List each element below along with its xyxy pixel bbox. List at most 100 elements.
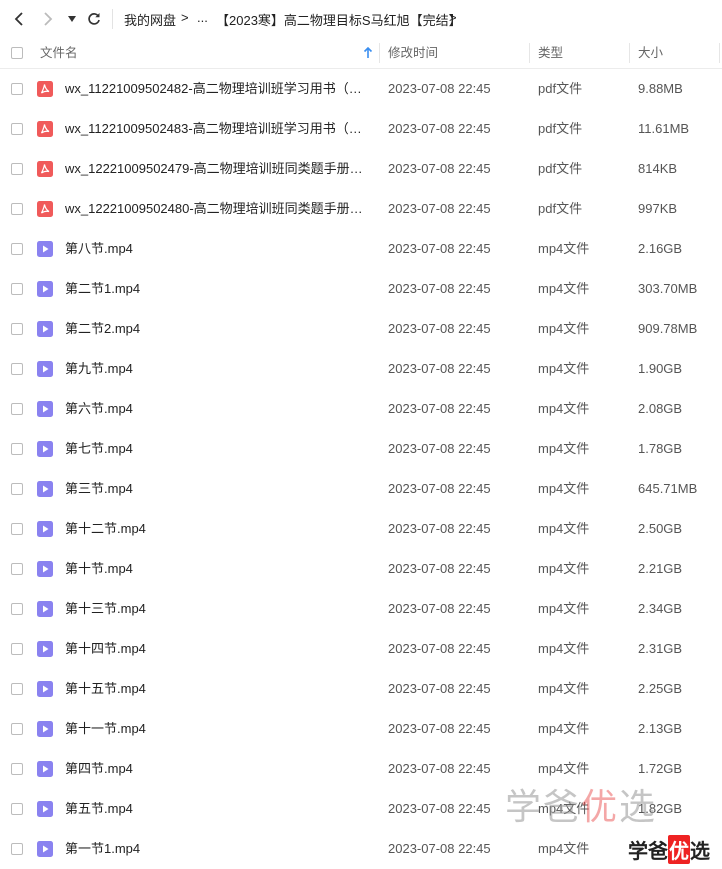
file-row[interactable]: wx_11221009502483-高二物理培训班学习用书（上册... 2023-… [0,109,722,149]
column-header-modified[interactable]: 修改时间 [388,38,438,68]
file-row[interactable]: 第十二节.mp4 2023-07-08 22:45 mp4文件 2.50GB [0,509,722,549]
row-checkbox[interactable] [11,163,23,175]
row-checkbox[interactable] [11,843,23,855]
row-checkbox[interactable] [11,803,23,815]
watermark-text-highlight: 优 [668,835,690,864]
file-row[interactable]: 第七节.mp4 2023-07-08 22:45 mp4文件 1.78GB [0,429,722,469]
row-checkbox[interactable] [11,283,23,295]
file-name[interactable]: 第三节.mp4 [65,469,370,509]
file-row[interactable]: wx_11221009502482-高二物理培训班学习用书（下册... 2023-… [0,69,722,109]
file-row[interactable]: 第十一节.mp4 2023-07-08 22:45 mp4文件 2.13GB [0,709,722,749]
row-checkbox[interactable] [11,563,23,575]
file-row[interactable]: 第十三节.mp4 2023-07-08 22:45 mp4文件 2.34GB [0,589,722,629]
file-name[interactable]: wx_11221009502483-高二物理培训班学习用书（上册... [65,109,370,149]
row-checkbox[interactable] [11,403,23,415]
column-header-name[interactable]: 文件名 [40,38,78,68]
row-checkbox[interactable] [11,483,23,495]
file-row[interactable]: 第十节.mp4 2023-07-08 22:45 mp4文件 2.21GB [0,549,722,589]
file-name[interactable]: 第五节.mp4 [65,789,370,829]
forward-button[interactable] [38,9,58,29]
row-checkbox[interactable] [11,603,23,615]
file-name[interactable]: 第十三节.mp4 [65,589,370,629]
column-divider[interactable] [629,43,630,63]
row-checkbox[interactable] [11,203,23,215]
column-header-size[interactable]: 大小 [638,38,663,68]
file-row[interactable]: 第六节.mp4 2023-07-08 22:45 mp4文件 2.08GB [0,389,722,429]
row-checkbox[interactable] [11,763,23,775]
file-name[interactable]: 第六节.mp4 [65,389,370,429]
file-row[interactable]: 第二节2.mp4 2023-07-08 22:45 mp4文件 909.78MB [0,309,722,349]
file-size: 2.21GB [638,561,683,576]
file-size: 2.50GB [638,521,683,536]
watermark-text: 学爸 [505,787,582,828]
file-name[interactable]: 第四节.mp4 [65,749,370,789]
file-name[interactable]: 第一节1.mp4 [65,829,370,869]
file-name[interactable]: 第二节1.mp4 [65,269,370,309]
file-size: 11.61MB [638,121,690,136]
file-name[interactable]: 第十四节.mp4 [65,629,370,669]
row-checkbox[interactable] [11,683,23,695]
file-name[interactable]: wx_12221009502480-高二物理培训班同类题手册（上... [65,189,370,229]
breadcrumb-ellipsis[interactable]: ... [197,10,208,25]
row-checkbox[interactable] [11,443,23,455]
row-checkbox[interactable] [11,723,23,735]
breadcrumb-current-folder[interactable]: 【2023寒】高二物理目标S马红旭【完结】 [216,10,462,29]
file-modified-time: 2023-07-08 22:45 [388,401,491,416]
video-icon [37,601,53,617]
file-modified-time: 2023-07-08 22:45 [388,201,491,216]
file-name[interactable]: wx_12221009502479-高二物理培训班同类题手册（下... [65,149,370,189]
file-row[interactable]: 第九节.mp4 2023-07-08 22:45 mp4文件 1.90GB [0,349,722,389]
column-divider[interactable] [719,43,720,63]
video-icon [37,721,53,737]
row-checkbox[interactable] [11,363,23,375]
file-row[interactable]: 第三节.mp4 2023-07-08 22:45 mp4文件 645.71MB [0,469,722,509]
pdf-icon [37,201,53,217]
file-row[interactable]: 第十四节.mp4 2023-07-08 22:45 mp4文件 2.31GB [0,629,722,669]
video-icon [37,801,53,817]
column-divider[interactable] [379,43,380,63]
file-type: mp4文件 [538,721,590,736]
file-modified-time: 2023-07-08 22:45 [388,801,491,816]
file-row[interactable]: 第八节.mp4 2023-07-08 22:45 mp4文件 2.16GB [0,229,722,269]
nav-divider [112,9,113,29]
select-all-checkbox[interactable] [11,47,23,59]
watermark-text: 选 [619,787,658,828]
sort-ascending-icon[interactable] [363,47,373,59]
column-header-type[interactable]: 类型 [538,38,563,68]
file-name[interactable]: 第十五节.mp4 [65,669,370,709]
breadcrumb-root[interactable]: 我的网盘 [124,10,176,29]
file-name[interactable]: 第九节.mp4 [65,349,370,389]
back-button[interactable] [9,9,29,29]
file-row[interactable]: wx_12221009502480-高二物理培训班同类题手册（上... 2023-… [0,189,722,229]
file-name[interactable]: 第八节.mp4 [65,229,370,269]
row-checkbox[interactable] [11,523,23,535]
file-name[interactable]: 第十一节.mp4 [65,709,370,749]
file-name[interactable]: 第十节.mp4 [65,549,370,589]
watermark-large: 学爸优选 [505,778,657,830]
file-modified-time: 2023-07-08 22:45 [388,121,491,136]
watermark-small: 学爸优选 [628,835,710,864]
column-divider[interactable] [529,43,530,63]
refresh-button[interactable] [84,9,104,29]
history-dropdown-button[interactable] [64,9,80,29]
row-checkbox[interactable] [11,243,23,255]
file-row[interactable]: 第二节1.mp4 2023-07-08 22:45 mp4文件 303.70MB [0,269,722,309]
file-modified-time: 2023-07-08 22:45 [388,641,491,656]
file-name[interactable]: 第二节2.mp4 [65,309,370,349]
row-checkbox[interactable] [11,323,23,335]
video-icon [37,281,53,297]
file-name[interactable]: 第七节.mp4 [65,429,370,469]
video-icon [37,641,53,657]
file-modified-time: 2023-07-08 22:45 [388,281,491,296]
file-name[interactable]: wx_11221009502482-高二物理培训班学习用书（下册... [65,69,370,109]
row-checkbox[interactable] [11,643,23,655]
file-modified-time: 2023-07-08 22:45 [388,441,491,456]
row-checkbox[interactable] [11,123,23,135]
video-icon [37,321,53,337]
file-name[interactable]: 第十二节.mp4 [65,509,370,549]
file-row[interactable]: wx_12221009502479-高二物理培训班同类题手册（下... 2023-… [0,149,722,189]
row-checkbox[interactable] [11,83,23,95]
file-row[interactable]: 第一节1.mp4 2023-07-08 22:45 mp4文件 [0,829,722,869]
pdf-icon [37,81,53,97]
file-row[interactable]: 第十五节.mp4 2023-07-08 22:45 mp4文件 2.25GB [0,669,722,709]
